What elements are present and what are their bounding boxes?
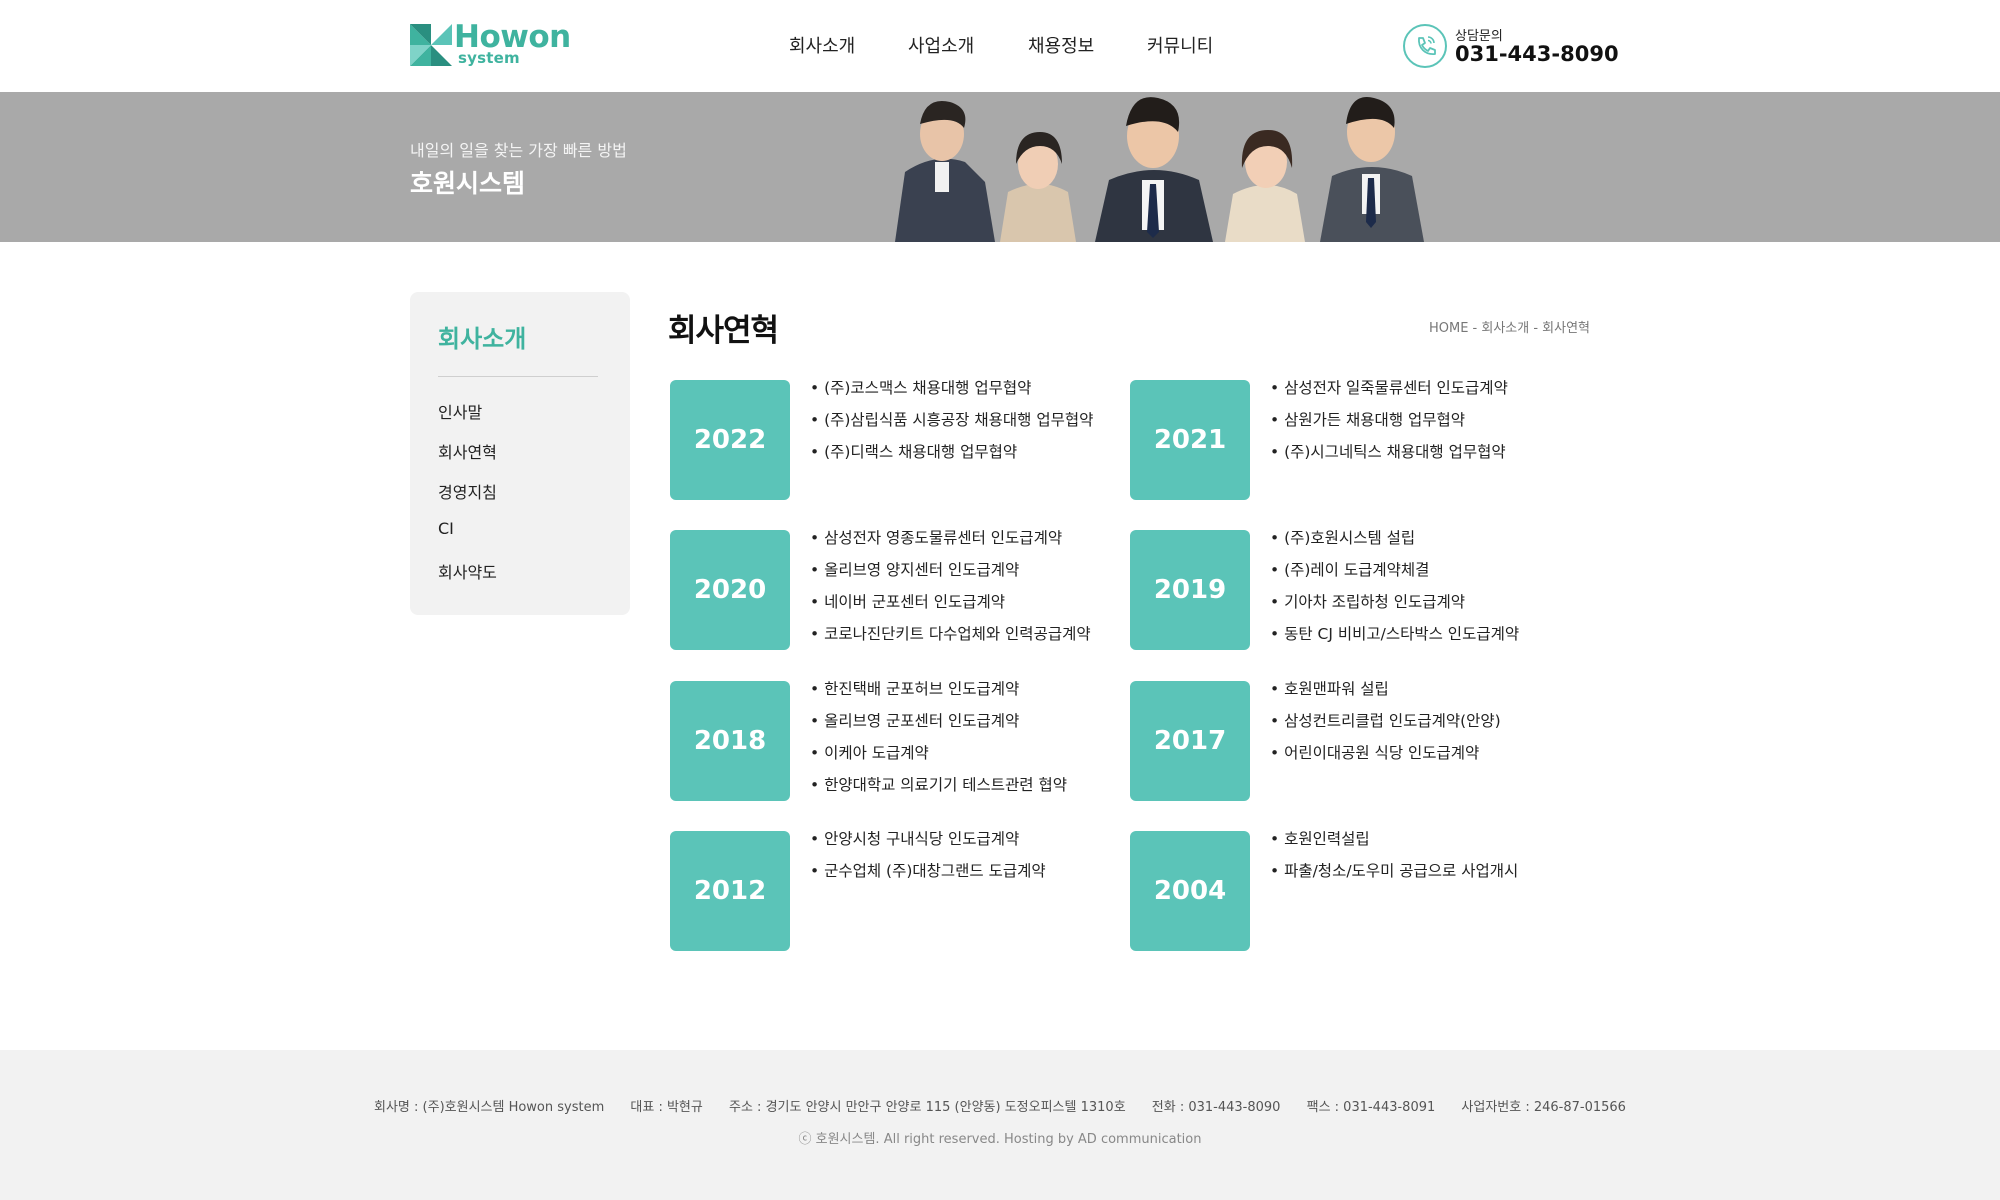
history-list: • 삼성전자 일죽물류센터 인도급계약 • 삼원가든 채용대행 업무협약 • (…	[1270, 376, 1600, 472]
nav-business[interactable]: 사업소개	[908, 32, 974, 58]
history-item: • 올리브영 군포센터 인도급계약	[810, 712, 1020, 730]
sidebar-item-greeting[interactable]: 인사말	[438, 399, 482, 423]
history-item: • 이케아 도급계약	[810, 744, 929, 762]
history-item: • 동탄 CJ 비비고/스타박스 인도급계약	[1270, 625, 1520, 643]
history-item: • (주)시그네틱스 채용대행 업무협약	[1270, 443, 1506, 461]
nav-recruit[interactable]: 채용정보	[1028, 32, 1094, 58]
history-item: • 기아차 조립하청 인도급계약	[1270, 593, 1466, 611]
history-list: • 한진택배 군포허브 인도급계약 • 올리브영 군포센터 인도급계약 • 이케…	[810, 677, 1140, 805]
sidebar-item-map[interactable]: 회사약도	[438, 559, 497, 583]
year-label: 2012	[693, 876, 767, 906]
history-entry: 2018 • 한진택배 군포허브 인도급계약 • 올리브영 군포센터 인도급계약…	[670, 680, 1130, 801]
history-item: • (주)디랙스 채용대행 업무협약	[810, 443, 1018, 461]
history-item: • 어린이대공원 식당 인도급계약	[1270, 744, 1480, 762]
history-item: • 군수업체 (주)대창그랜드 도급계약	[810, 862, 1046, 880]
history-list: • 호원인력설립 • 파출/청소/도우미 공급으로 사업개시	[1270, 827, 1600, 891]
team-photo	[895, 97, 1424, 242]
history-list: • 삼성전자 영종도물류센터 인도급계약 • 올리브영 양지센터 인도급계약 •…	[810, 526, 1140, 654]
hero-banner: 내일의 일을 찾는 가장 빠른 방법 호원시스템	[0, 92, 2000, 242]
year-badge: 2019	[1130, 530, 1250, 650]
history-list: • 안양시청 구내식당 인도급계약 • 군수업체 (주)대창그랜드 도급계약	[810, 827, 1140, 891]
year-label: 2017	[1153, 726, 1227, 756]
year-badge: 2021	[1130, 380, 1250, 500]
history-item: • (주)삼립식품 시흥공장 채용대행 업무협약	[810, 411, 1094, 429]
year-badge: 2017	[1130, 681, 1250, 801]
history-item: • 삼원가든 채용대행 업무협약	[1270, 411, 1466, 429]
footer-phone: 전화 : 031-443-8090	[1151, 1100, 1281, 1115]
site-footer: 회사명 : (주)호원시스템 Howon system 대표 : 박현규 주소 …	[0, 1050, 2000, 1200]
history-list: • (주)코스맥스 채용대행 업무협약 • (주)삼립식품 시흥공장 채용대행 …	[810, 376, 1140, 472]
banner-subtitle: 내일의 일을 찾는 가장 빠른 방법	[410, 141, 627, 160]
footer-fax: 팩스 : 031-443-8091	[1306, 1100, 1436, 1115]
history-list: • 호원맨파워 설립 • 삼성컨트리클럽 인도급계약(안양) • 어린이대공원 …	[1270, 677, 1600, 773]
sidebar-item-ci[interactable]: CI	[438, 519, 454, 538]
history-item: • (주)코스맥스 채용대행 업무협약	[810, 379, 1032, 397]
logo-subtitle: system	[458, 49, 520, 67]
history-item: • 올리브영 양지센터 인도급계약	[810, 561, 1020, 579]
sidebar: 회사소개 인사말 회사연혁 경영지침 CI 회사약도	[410, 292, 630, 615]
sidebar-title: 회사소개	[438, 325, 527, 353]
history-entry: 2017 • 호원맨파워 설립 • 삼성컨트리클럽 인도급계약(안양) • 어린…	[1130, 680, 1590, 801]
history-entry: 2012 • 안양시청 구내식당 인도급계약 • 군수업체 (주)대창그랜드 도…	[670, 830, 1130, 951]
year-label: 2022	[693, 425, 767, 455]
history-entry: 2022 • (주)코스맥스 채용대행 업무협약 • (주)삼립식품 시흥공장 …	[670, 379, 1130, 500]
history-entry: 2019 • (주)호원시스템 설립 • (주)레이 도급계약체결 • 기아차 …	[1130, 529, 1590, 650]
history-entry: 2004 • 호원인력설립 • 파출/청소/도우미 공급으로 사업개시	[1130, 830, 1590, 951]
nav-company[interactable]: 회사소개	[789, 32, 855, 58]
footer-ceo: 대표 : 박현규	[630, 1100, 703, 1115]
breadcrumb: HOME - 회사소개 - 회사연혁	[1428, 321, 1590, 336]
logo[interactable]: Howon system	[410, 19, 571, 70]
year-label: 2004	[1153, 876, 1227, 906]
history-item: • (주)레이 도급계약체결	[1270, 561, 1430, 579]
site-header: Howon system 회사소개 사업소개 채용정보 커뮤니티 상담문의 03…	[0, 0, 2000, 92]
footer-business-number: 사업자번호 : 246-87-01566	[1461, 1100, 1626, 1115]
year-label: 2021	[1153, 425, 1227, 455]
year-badge: 2018	[670, 681, 790, 801]
history-item: • 삼성전자 일죽물류센터 인도급계약	[1270, 379, 1508, 397]
year-badge: 2022	[670, 380, 790, 500]
history-entry: 2021 • 삼성전자 일죽물류센터 인도급계약 • 삼원가든 채용대행 업무협…	[1130, 379, 1590, 500]
phone-number: 031-443-8090	[1455, 42, 1619, 66]
sidebar-divider	[438, 376, 598, 377]
year-badge: 2020	[670, 530, 790, 650]
year-label: 2018	[693, 726, 767, 756]
year-badge: 2012	[670, 831, 790, 951]
history-entry: 2020 • 삼성전자 영종도물류센터 인도급계약 • 올리브영 양지센터 인도…	[670, 529, 1130, 650]
banner-title: 호원시스템	[410, 169, 526, 198]
sidebar-item-history[interactable]: 회사연혁	[438, 439, 497, 463]
history-item: • 삼성전자 영종도물류센터 인도급계약	[810, 529, 1063, 547]
nav-community[interactable]: 커뮤니티	[1147, 32, 1213, 58]
history-item: • (주)호원시스템 설립	[1270, 529, 1416, 547]
phone-contact[interactable]: 상담문의 031-443-8090	[1403, 22, 1619, 72]
history-item: • 호원맨파워 설립	[1270, 680, 1389, 698]
year-badge: 2004	[1130, 831, 1250, 951]
year-label: 2020	[693, 575, 767, 605]
phone-icon	[1403, 24, 1447, 68]
footer-company-info: 회사명 : (주)호원시스템 Howon system 대표 : 박현규 주소 …	[0, 1096, 2000, 1115]
history-item: • 호원인력설립	[1270, 830, 1370, 848]
history-item: • 코로나진단키트 다수업체와 인력공급계약	[810, 625, 1091, 643]
year-label: 2019	[1153, 575, 1227, 605]
footer-address: 주소 : 경기도 안양시 만안구 안양로 115 (안양동) 도정오피스텔 13…	[729, 1100, 1126, 1115]
history-item: • 네이버 군포센터 인도급계약	[810, 593, 1006, 611]
page-title: 회사연혁	[668, 313, 779, 349]
history-list: • (주)호원시스템 설립 • (주)레이 도급계약체결 • 기아차 조립하청 …	[1270, 526, 1600, 654]
footer-copyright: ⓒ 호원시스템. All right reserved. Hosting by …	[798, 1132, 1202, 1147]
sidebar-item-policy[interactable]: 경영지침	[438, 479, 497, 503]
history-item: • 삼성컨트리클럽 인도급계약(안양)	[1270, 712, 1501, 730]
history-item: • 안양시청 구내식당 인도급계약	[810, 830, 1020, 848]
history-item: • 파출/청소/도우미 공급으로 사업개시	[1270, 862, 1519, 880]
pinwheel-logo-icon	[410, 24, 452, 66]
history-item: • 한진택배 군포허브 인도급계약	[810, 680, 1020, 698]
footer-company-name: 회사명 : (주)호원시스템 Howon system	[374, 1100, 605, 1115]
history-item: • 한양대학교 의료기기 테스트관련 협약	[810, 776, 1068, 794]
